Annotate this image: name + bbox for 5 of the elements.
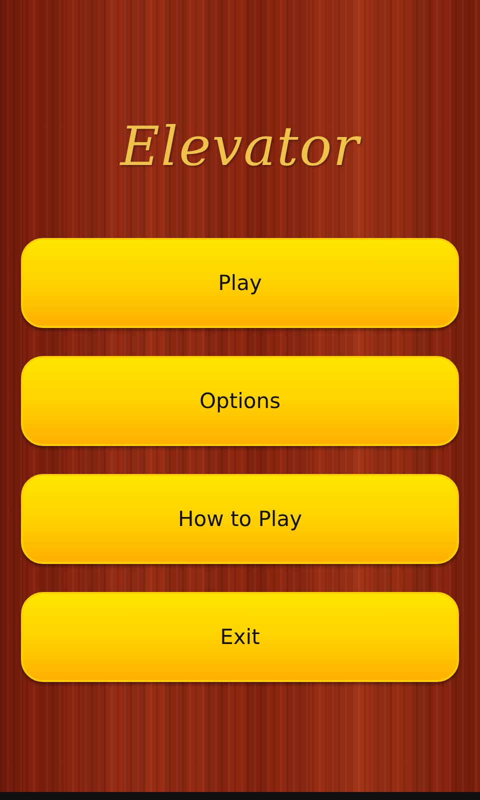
game-title: Elevator — [120, 114, 360, 180]
menu-button[interactable]: Options — [21, 356, 459, 446]
menu-button[interactable]: Play — [21, 238, 459, 328]
menu-button[interactable]: Exit — [21, 592, 459, 682]
menu-button[interactable]: How to Play — [21, 474, 459, 564]
